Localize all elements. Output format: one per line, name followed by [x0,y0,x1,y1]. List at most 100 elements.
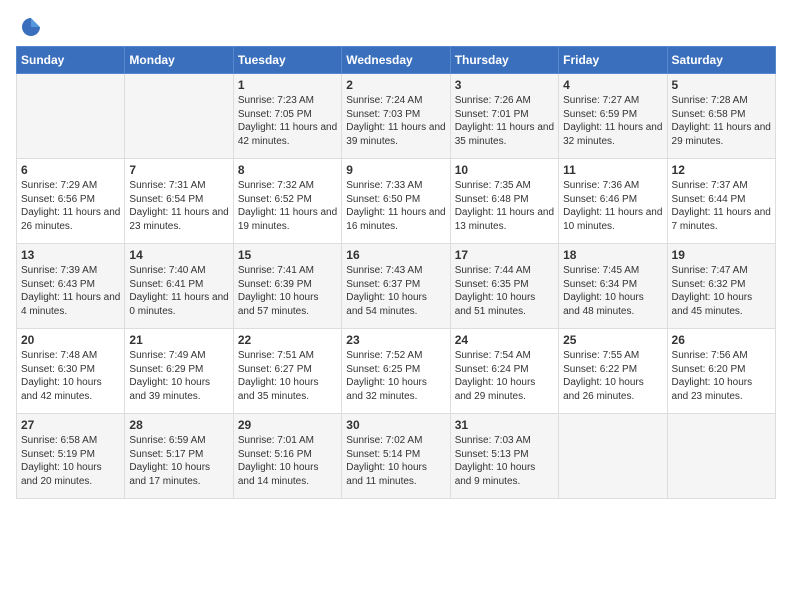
calendar-cell: 19 Sunrise: 7:47 AM Sunset: 6:32 PM Dayli… [667,244,775,329]
week-row-1: 1Sunrise: 7:23 AM Sunset: 7:05 PM Daylig… [17,74,776,159]
day-number: 24 [455,333,554,347]
calendar-cell: 8 Sunrise: 7:32 AM Sunset: 6:52 PM Daylig… [233,159,341,244]
calendar-cell: 22 Sunrise: 7:51 AM Sunset: 6:27 PM Dayli… [233,329,341,414]
calendar-cell: 10 Sunrise: 7:35 AM Sunset: 6:48 PM Dayli… [450,159,558,244]
cell-content: Sunrise: 6:59 AM Sunset: 5:17 PM Dayligh… [129,434,228,488]
day-number: 13 [21,248,120,262]
cell-content: Sunrise: 7:56 AM Sunset: 6:20 PM Dayligh… [672,349,771,403]
header-day-saturday: Saturday [667,47,775,74]
calendar-cell: 20Sunrise: 7:48 AM Sunset: 6:30 PM Dayli… [17,329,125,414]
calendar-cell: 25 Sunrise: 7:55 AM Sunset: 6:22 PM Dayli… [559,329,667,414]
header-day-friday: Friday [559,47,667,74]
calendar-cell [17,74,125,159]
calendar-cell: 3 Sunrise: 7:26 AM Sunset: 7:01 PM Daylig… [450,74,558,159]
cell-content: Sunrise: 6:58 AM Sunset: 5:19 PM Dayligh… [21,434,120,488]
cell-content: Sunrise: 7:51 AM Sunset: 6:27 PM Dayligh… [238,349,337,403]
calendar-cell: 31 Sunrise: 7:03 AM Sunset: 5:13 PM Dayli… [450,414,558,499]
calendar-cell [125,74,233,159]
cell-content: Sunrise: 7:31 AM Sunset: 6:54 PM Dayligh… [129,179,228,233]
cell-content: Sunrise: 7:47 AM Sunset: 6:32 PM Dayligh… [672,264,771,318]
calendar-cell: 4Sunrise: 7:27 AM Sunset: 6:59 PM Daylig… [559,74,667,159]
day-number: 29 [238,418,337,432]
cell-content: Sunrise: 7:41 AM Sunset: 6:39 PM Dayligh… [238,264,337,318]
calendar-cell: 2Sunrise: 7:24 AM Sunset: 7:03 PM Daylig… [342,74,450,159]
calendar-cell: 17Sunrise: 7:44 AM Sunset: 6:35 PM Dayli… [450,244,558,329]
header-day-thursday: Thursday [450,47,558,74]
cell-content: Sunrise: 7:49 AM Sunset: 6:29 PM Dayligh… [129,349,228,403]
calendar-cell [559,414,667,499]
day-number: 7 [129,163,228,177]
calendar-cell: 23 Sunrise: 7:52 AM Sunset: 6:25 PM Dayli… [342,329,450,414]
cell-content: Sunrise: 7:23 AM Sunset: 7:05 PM Dayligh… [238,94,337,148]
calendar-table: SundayMondayTuesdayWednesdayThursdayFrid… [16,46,776,499]
header-row: SundayMondayTuesdayWednesdayThursdayFrid… [17,47,776,74]
week-row-2: 6Sunrise: 7:29 AM Sunset: 6:56 PM Daylig… [17,159,776,244]
calendar-cell: 13 Sunrise: 7:39 AM Sunset: 6:43 PM Dayli… [17,244,125,329]
day-number: 9 [346,163,445,177]
logo-text [16,16,42,38]
day-number: 2 [346,78,445,92]
day-number: 11 [563,163,662,177]
calendar-cell: 14 Sunrise: 7:40 AM Sunset: 6:41 PM Dayli… [125,244,233,329]
day-number: 3 [455,78,554,92]
calendar-cell: 9 Sunrise: 7:33 AM Sunset: 6:50 PM Daylig… [342,159,450,244]
calendar-cell: 1Sunrise: 7:23 AM Sunset: 7:05 PM Daylig… [233,74,341,159]
day-number: 6 [21,163,120,177]
header-day-monday: Monday [125,47,233,74]
day-number: 14 [129,248,228,262]
cell-content: Sunrise: 7:28 AM Sunset: 6:58 PM Dayligh… [672,94,771,148]
cell-content: Sunrise: 7:02 AM Sunset: 5:14 PM Dayligh… [346,434,445,488]
cell-content: Sunrise: 7:26 AM Sunset: 7:01 PM Dayligh… [455,94,554,148]
page-header [16,16,776,38]
cell-content: Sunrise: 7:43 AM Sunset: 6:37 PM Dayligh… [346,264,445,318]
cell-content: Sunrise: 7:48 AM Sunset: 6:30 PM Dayligh… [21,349,120,403]
calendar-cell: 27Sunrise: 6:58 AM Sunset: 5:19 PM Dayli… [17,414,125,499]
day-number: 5 [672,78,771,92]
day-number: 4 [563,78,662,92]
cell-content: Sunrise: 7:36 AM Sunset: 6:46 PM Dayligh… [563,179,662,233]
calendar-cell: 12 Sunrise: 7:37 AM Sunset: 6:44 PM Dayli… [667,159,775,244]
cell-content: Sunrise: 7:32 AM Sunset: 6:52 PM Dayligh… [238,179,337,233]
calendar-cell: 11 Sunrise: 7:36 AM Sunset: 6:46 PM Dayli… [559,159,667,244]
day-number: 28 [129,418,228,432]
logo-icon [20,16,42,38]
day-number: 23 [346,333,445,347]
cell-content: Sunrise: 7:33 AM Sunset: 6:50 PM Dayligh… [346,179,445,233]
calendar-cell: 21 Sunrise: 7:49 AM Sunset: 6:29 PM Dayli… [125,329,233,414]
cell-content: Sunrise: 7:35 AM Sunset: 6:48 PM Dayligh… [455,179,554,233]
cell-content: Sunrise: 7:37 AM Sunset: 6:44 PM Dayligh… [672,179,771,233]
calendar-cell: 7 Sunrise: 7:31 AM Sunset: 6:54 PM Daylig… [125,159,233,244]
week-row-4: 20Sunrise: 7:48 AM Sunset: 6:30 PM Dayli… [17,329,776,414]
calendar-cell: 15Sunrise: 7:41 AM Sunset: 6:39 PM Dayli… [233,244,341,329]
day-number: 12 [672,163,771,177]
cell-content: Sunrise: 7:44 AM Sunset: 6:35 PM Dayligh… [455,264,554,318]
day-number: 8 [238,163,337,177]
calendar-cell: 6Sunrise: 7:29 AM Sunset: 6:56 PM Daylig… [17,159,125,244]
header-day-tuesday: Tuesday [233,47,341,74]
cell-content: Sunrise: 7:55 AM Sunset: 6:22 PM Dayligh… [563,349,662,403]
cell-content: Sunrise: 7:52 AM Sunset: 6:25 PM Dayligh… [346,349,445,403]
calendar-cell: 16 Sunrise: 7:43 AM Sunset: 6:37 PM Dayli… [342,244,450,329]
calendar-cell: 26 Sunrise: 7:56 AM Sunset: 6:20 PM Dayli… [667,329,775,414]
day-number: 30 [346,418,445,432]
calendar-cell: 18Sunrise: 7:45 AM Sunset: 6:34 PM Dayli… [559,244,667,329]
day-number: 22 [238,333,337,347]
header-day-sunday: Sunday [17,47,125,74]
day-number: 25 [563,333,662,347]
day-number: 31 [455,418,554,432]
calendar-cell [667,414,775,499]
day-number: 19 [672,248,771,262]
day-number: 16 [346,248,445,262]
calendar-cell: 24Sunrise: 7:54 AM Sunset: 6:24 PM Dayli… [450,329,558,414]
day-number: 10 [455,163,554,177]
cell-content: Sunrise: 7:40 AM Sunset: 6:41 PM Dayligh… [129,264,228,318]
day-number: 18 [563,248,662,262]
cell-content: Sunrise: 7:03 AM Sunset: 5:13 PM Dayligh… [455,434,554,488]
calendar-cell: 28 Sunrise: 6:59 AM Sunset: 5:17 PM Dayli… [125,414,233,499]
cell-content: Sunrise: 7:39 AM Sunset: 6:43 PM Dayligh… [21,264,120,318]
day-number: 26 [672,333,771,347]
logo [16,16,42,38]
header-day-wednesday: Wednesday [342,47,450,74]
calendar-cell: 30 Sunrise: 7:02 AM Sunset: 5:14 PM Dayli… [342,414,450,499]
day-number: 21 [129,333,228,347]
